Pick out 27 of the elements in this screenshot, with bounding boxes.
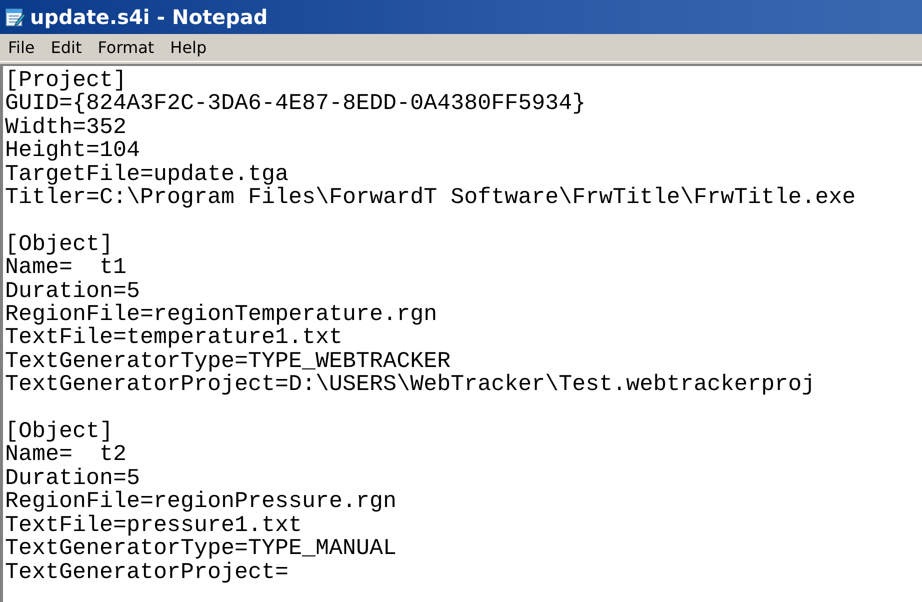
- text-line: TextGeneratorType=TYPE_MANUAL: [5, 537, 397, 560]
- text-line: Duration=5: [5, 280, 140, 304]
- text-line: Width=352: [5, 116, 127, 140]
- text-area[interactable]: [0, 64, 922, 602]
- text-line: TextGeneratorProject=: [5, 560, 289, 584]
- menu-item[interactable]: File: [8, 38, 35, 57]
- text-line: Duration=5: [5, 466, 140, 490]
- text-line: TextGeneratorProject=D:\USERS\WebTracker\Test.webtrackerproj: [5, 373, 816, 397]
- text-line: TargetFile=update.tga: [5, 162, 289, 186]
- text-line: RegionFile=regionTemperature.rgn: [5, 303, 438, 326]
- text-line: TextGeneratorType=TYPE_WEBTRACKER: [5, 350, 451, 374]
- menu-item[interactable]: Help: [170, 38, 207, 57]
- menu-item[interactable]: Format: [98, 38, 154, 57]
- text-line: GUID={824A3F2C-3DA6-4E87-8EDD-0A4380FF5934}: [5, 92, 586, 116]
- text-line: Name= t1: [5, 256, 127, 280]
- menu-item[interactable]: Edit: [50, 38, 82, 57]
- text-line: [Object]: [5, 232, 114, 256]
- text-line: Name= t2: [5, 443, 127, 467]
- text-line: TextFile=temperature1.txt: [5, 326, 343, 350]
- text-line: TextFile=pressure1.txt: [5, 514, 302, 538]
- notepad-icon: [4, 6, 26, 28]
- text-line: [Project]: [5, 69, 127, 92]
- text-line: Height=104: [5, 139, 140, 163]
- window-title: update.s4i - Notepad: [30, 5, 268, 29]
- text-line: RegionFile=regionPressure.rgn: [5, 490, 397, 514]
- text-line: Titler=C:\Program Files\ForwardT Software\FrwTitle\FrwTitle.exe: [5, 186, 856, 210]
- text-line: [Object]: [5, 420, 114, 444]
